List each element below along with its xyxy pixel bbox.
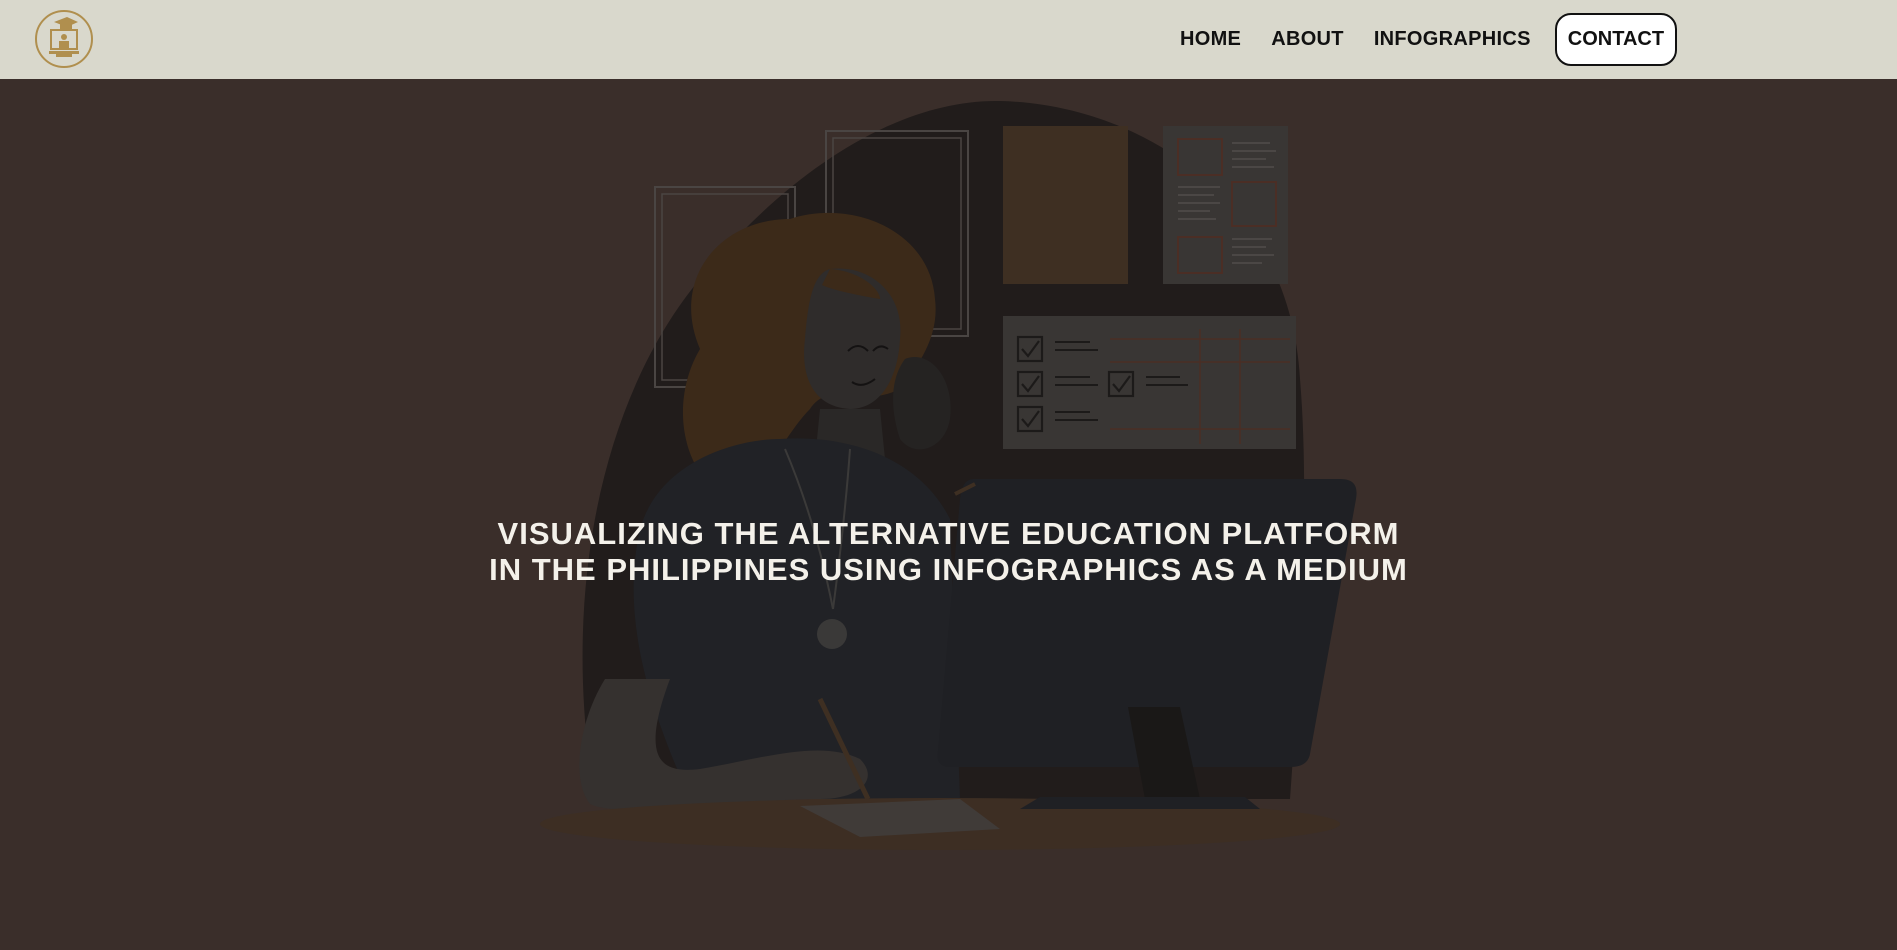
hero-title-line-1: VISUALIZING THE ALTERNATIVE EDUCATION PL… [497, 515, 1400, 551]
hero-title-line-2: IN THE PHILIPPINES USING INFOGRAPHICS AS… [489, 551, 1408, 587]
nav-contact-button[interactable]: CONTACT [1554, 12, 1678, 66]
navbar: HOME ABOUT INFOGRAPHICS CONTACT [0, 0, 1897, 79]
nav-infographics-link[interactable]: INFOGRAPHICS [1374, 28, 1531, 51]
hero-illustration [540, 100, 1357, 850]
site-logo[interactable] [34, 9, 94, 69]
nav-about-link[interactable]: ABOUT [1271, 28, 1344, 51]
nav-home-link[interactable]: HOME [1180, 28, 1241, 51]
hero-title: VISUALIZING THE ALTERNATIVE EDUCATION PL… [0, 516, 1897, 588]
main-nav: HOME ABOUT INFOGRAPHICS CONTACT [1165, 12, 1678, 66]
hero-section: VISUALIZING THE ALTERNATIVE EDUCATION PL… [0, 79, 1897, 950]
graduation-cap-computer-icon [35, 10, 93, 68]
